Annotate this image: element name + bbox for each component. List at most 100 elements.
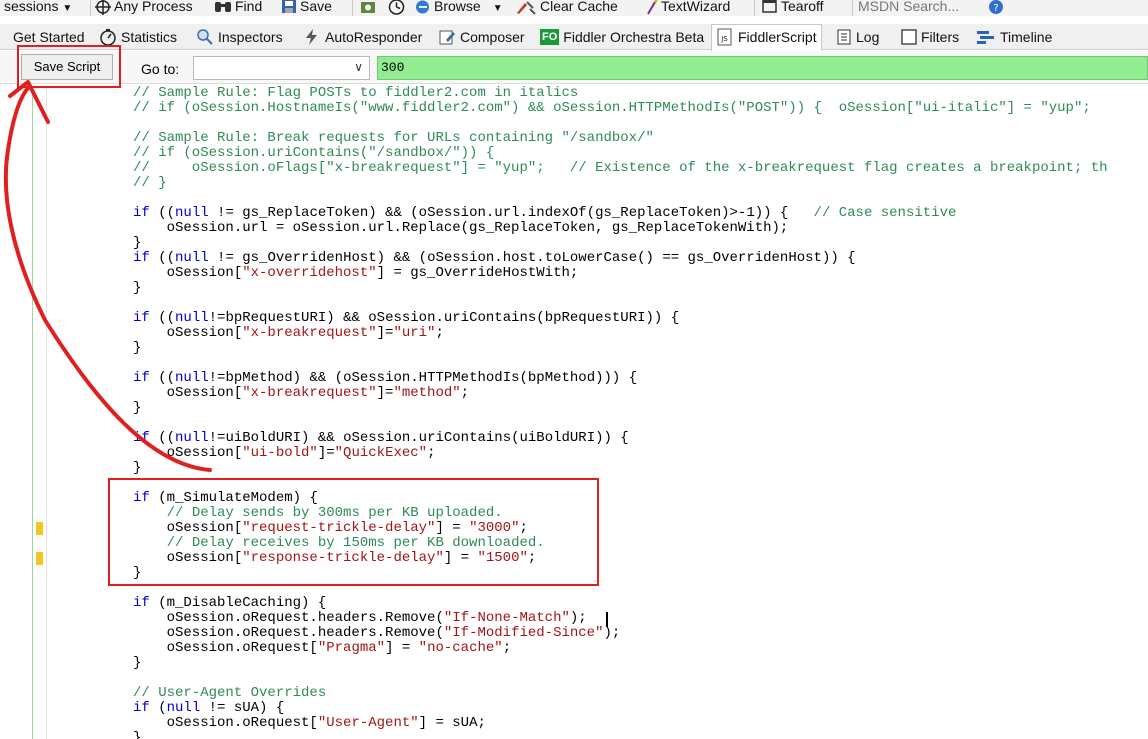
log-document-icon xyxy=(837,29,851,45)
editor-gutter xyxy=(0,86,46,739)
sessions-menu[interactable]: sessions ▼ xyxy=(4,0,72,16)
clear-cache-label: Clear Cache xyxy=(540,0,618,14)
help-button[interactable]: ? xyxy=(988,0,1007,15)
code-line: } xyxy=(133,655,142,671)
text-caret xyxy=(606,612,608,627)
save-script-highlight-box xyxy=(17,45,121,88)
svg-text:?: ? xyxy=(993,3,998,14)
tab-label: FiddlerScript xyxy=(738,29,817,45)
save-label: Save xyxy=(300,0,332,14)
code-line: // User-Agent Overrides xyxy=(133,685,327,701)
tab-composer[interactable]: Composer xyxy=(434,26,529,49)
code-line: } xyxy=(133,280,142,296)
code-line: // if (oSession.HostnameIs("www.fiddler2… xyxy=(133,100,1091,116)
code-line: oSession["x-overridehost"] = gs_Override… xyxy=(133,265,579,281)
code-line: oSession["x-breakrequest"]="method"; xyxy=(133,385,470,401)
wand-icon xyxy=(647,0,658,15)
code-line: } xyxy=(133,340,142,356)
change-marker xyxy=(36,552,43,565)
svg-text:JS: JS xyxy=(720,35,728,43)
code-line: if ((null != gs_OverridenHost) && (oSess… xyxy=(133,250,856,266)
goto-label: Go to: xyxy=(141,61,180,77)
code-line: oSession.oRequest["User-Agent"] = sUA; xyxy=(133,715,486,731)
tab-timeline[interactable]: Timeline xyxy=(972,26,1056,49)
checkbox-icon xyxy=(901,29,917,45)
clock-icon xyxy=(388,0,405,15)
tab-filters[interactable]: Filters xyxy=(897,26,963,49)
tearoff-window-icon xyxy=(762,0,777,13)
chevron-down-icon: ∨ xyxy=(354,60,363,74)
goto-dropdown[interactable]: ∨ xyxy=(193,56,370,80)
main-toolbar: sessions ▼ Any Process Find Save Browse ▼… xyxy=(0,0,1148,16)
any-process-button[interactable]: Any Process xyxy=(95,0,193,15)
code-line: if (m_DisableCaching) { xyxy=(133,595,327,611)
simulate-modem-highlight-box xyxy=(108,478,599,586)
code-line: if ((null!=bpRequestURI) && oSession.uri… xyxy=(133,310,680,326)
tab-label: Log xyxy=(856,29,880,45)
tab-label: Composer xyxy=(460,29,525,45)
pencil-edit-icon xyxy=(439,30,455,45)
fo-badge-icon: FO xyxy=(540,29,560,46)
tab-fiddlerscript[interactable]: JS FiddlerScript xyxy=(711,24,822,51)
chevron-down-icon: ▼ xyxy=(62,3,73,14)
code-line: oSession.oRequest.headers.Remove("If-Non… xyxy=(133,610,587,626)
tab-label: Get Started xyxy=(13,29,85,45)
tearoff-button[interactable]: Tearoff xyxy=(762,0,824,15)
find-button[interactable]: Find xyxy=(214,0,262,15)
code-line: } xyxy=(133,460,142,476)
tab-fiddler-orchestra-beta[interactable]: FO Fiddler Orchestra Beta xyxy=(536,26,708,49)
code-line: if (null != sUA) { xyxy=(133,700,285,716)
code-line: } xyxy=(133,235,142,251)
find-label: Find xyxy=(235,0,263,14)
tab-strip: Get Started Statistics Inspectors AutoRe… xyxy=(0,24,1148,51)
code-line: // Sample Rule: Break requests for URLs … xyxy=(133,130,654,146)
any-process-label: Any Process xyxy=(114,0,193,14)
help-icon: ? xyxy=(989,0,1003,14)
tab-label: Inspectors xyxy=(218,29,283,45)
tab-log[interactable]: Log xyxy=(832,26,883,49)
code-line: // } xyxy=(133,175,167,191)
code-line: oSession.oRequest["Pragma"] = "no-cache"… xyxy=(133,640,512,656)
code-line: oSession.oRequest.headers.Remove("If-Mod… xyxy=(133,625,621,641)
code-line: if ((null != gs_ReplaceToken) && (oSessi… xyxy=(133,205,957,221)
code-line: oSession.url = oSession.url.Replace(gs_R… xyxy=(133,220,789,236)
camera-icon xyxy=(361,2,375,13)
internet-explorer-icon xyxy=(416,0,429,14)
code-line: if ((null!=bpMethod) && (oSession.HTTPMe… xyxy=(133,370,638,386)
fold-line xyxy=(32,86,33,739)
textwizard-label: TextWizard xyxy=(661,0,731,14)
clear-cache-icon xyxy=(517,1,536,15)
tab-autoresponder[interactable]: AutoResponder xyxy=(299,26,426,49)
textwizard-button[interactable]: TextWizard xyxy=(646,0,730,15)
msdn-search-input[interactable]: MSDN Search... xyxy=(858,0,982,15)
tab-label: Filters xyxy=(921,29,960,45)
tab-label: Statistics xyxy=(121,29,178,45)
quickexec-input[interactable]: 300 xyxy=(377,56,1148,80)
tab-inspectors[interactable]: Inspectors xyxy=(192,26,287,49)
sessions-label: sessions xyxy=(4,0,59,14)
code-line: } xyxy=(133,400,142,416)
screenshot-button[interactable] xyxy=(360,0,379,15)
code-line: oSession["x-breakrequest"]="uri"; xyxy=(133,325,444,341)
timer-button[interactable] xyxy=(388,0,408,15)
code-line: // if (oSession.uriContains("/sandbox/")… xyxy=(133,145,495,161)
code-line: } xyxy=(133,730,142,739)
tearoff-label: Tearoff xyxy=(781,0,824,14)
lightning-icon xyxy=(306,29,317,46)
magnifier-icon xyxy=(197,29,213,46)
code-line: if ((null!=uiBoldURI) && oSession.uriCon… xyxy=(133,430,629,446)
timeline-bars-icon xyxy=(977,31,994,45)
chevron-down-icon: ▼ xyxy=(492,3,503,14)
save-disk-icon xyxy=(282,0,296,13)
save-button[interactable]: Save xyxy=(281,0,332,15)
code-line: // Sample Rule: Flag POSTs to fiddler2.c… xyxy=(133,85,579,101)
js-script-icon: JS xyxy=(717,28,732,46)
binoculars-icon xyxy=(215,2,231,12)
clear-cache-button[interactable]: Clear Cache xyxy=(515,0,618,15)
browse-button[interactable]: Browse ▼ xyxy=(414,0,503,16)
tab-label: AutoResponder xyxy=(325,29,423,45)
tab-label: Fiddler Orchestra Beta xyxy=(563,29,705,45)
stopwatch-icon xyxy=(100,29,116,47)
change-marker xyxy=(36,522,43,535)
crosshair-icon xyxy=(95,0,111,15)
